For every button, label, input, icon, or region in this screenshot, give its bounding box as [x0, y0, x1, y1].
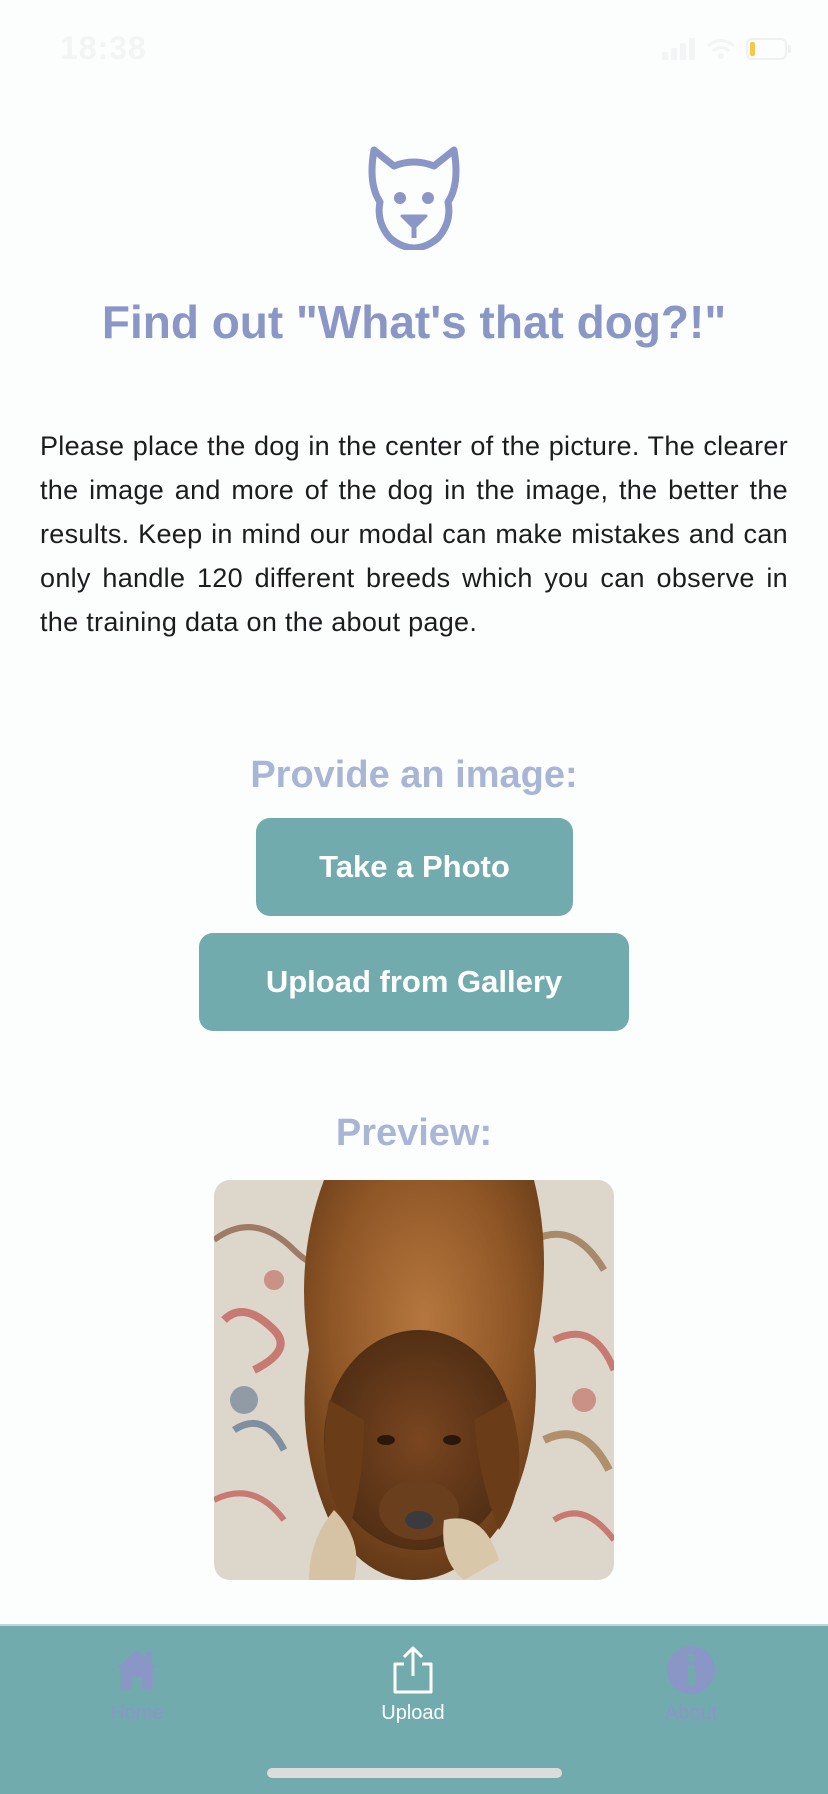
upload-gallery-button[interactable]: Upload from Gallery	[199, 933, 629, 1031]
status-time: 18:38	[60, 30, 147, 66]
upload-icon	[393, 1646, 433, 1694]
tab-upload-label: Upload	[381, 1702, 445, 1724]
wifi-icon	[707, 39, 735, 59]
battery-icon	[746, 38, 791, 60]
dog-face-icon	[368, 146, 460, 250]
info-icon	[667, 1646, 715, 1694]
tab-about[interactable]: About	[611, 1644, 771, 1725]
status-bar: 18:38	[0, 0, 828, 96]
page-title: Find out "What's that dog?!"	[101, 296, 727, 348]
tab-home[interactable]: Home	[57, 1644, 217, 1725]
home-indicator[interactable]	[267, 1768, 562, 1778]
tab-upload[interactable]: Upload	[333, 1644, 493, 1725]
signal-icon	[662, 38, 695, 60]
take-photo-button[interactable]: Take a Photo	[256, 818, 573, 916]
provide-image-label: Provide an image:	[250, 754, 578, 796]
status-icons	[662, 38, 792, 60]
tab-about-label: About	[664, 1702, 718, 1724]
tab-bar: Home Upload About	[0, 1624, 828, 1794]
tab-home-label: Home	[110, 1702, 164, 1724]
preview-image	[214, 1180, 614, 1580]
preview-label: Preview:	[335, 1112, 493, 1154]
instructions-text: Please place the dog in the center of th…	[40, 431, 788, 637]
home-icon	[117, 1650, 157, 1690]
